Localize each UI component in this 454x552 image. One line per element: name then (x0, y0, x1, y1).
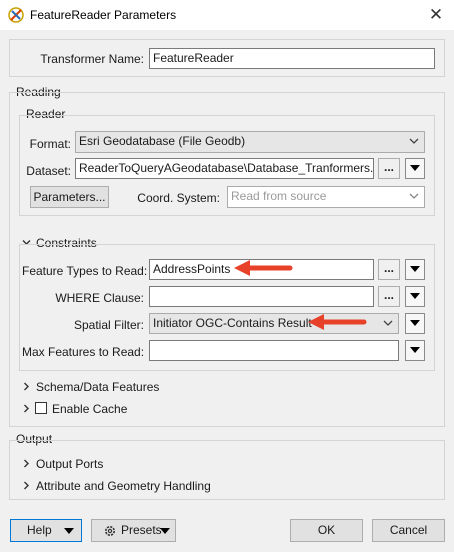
coord-system-select[interactable]: Read from source (227, 186, 425, 208)
format-label: Format: (29, 137, 71, 151)
coord-system-value: Read from source (231, 189, 327, 203)
transformer-name-input[interactable]: FeatureReader (149, 48, 435, 69)
chevron-down-icon (383, 320, 393, 326)
close-button[interactable]: ✕ (424, 4, 448, 26)
annotation-arrow-icon (234, 260, 293, 276)
format-select[interactable]: Esri Geodatabase (File Geodb) (75, 131, 425, 153)
max-features-menu-button[interactable] (405, 340, 425, 361)
enable-cache-label: Enable Cache (52, 402, 128, 416)
where-clause-input[interactable] (149, 286, 374, 307)
enable-cache-checkbox[interactable] (35, 402, 47, 414)
transformer-name-label: Transformer Name: (40, 52, 144, 66)
expand-chevron-icon[interactable] (22, 481, 31, 490)
dataset-browse-button[interactable]: ... (378, 158, 400, 179)
presets-button[interactable]: Presets (91, 519, 176, 542)
annotation-arrow-icon (308, 314, 367, 330)
dropdown-arrow-icon (410, 347, 420, 353)
chevron-down-icon (409, 193, 419, 199)
cancel-button[interactable]: Cancel (372, 519, 445, 542)
chevron-down-icon (409, 138, 419, 144)
help-label: Help (27, 523, 52, 537)
gear-icon (105, 526, 115, 536)
dataset-menu-button[interactable] (405, 158, 425, 179)
expand-chevron-icon[interactable] (22, 382, 31, 391)
window-title: FeatureReader Parameters (30, 8, 177, 22)
parameters-button[interactable]: Parameters... (30, 186, 109, 208)
coord-system-label: Coord. System: (137, 191, 220, 205)
dataset-input[interactable]: ReaderToQueryAGeodatabase\Database_Tranf… (75, 158, 374, 179)
dropdown-arrow-icon (160, 528, 170, 534)
dropdown-arrow-icon (410, 266, 420, 272)
dropdown-arrow-icon (410, 165, 420, 171)
help-button[interactable]: Help (10, 519, 82, 542)
feature-types-browse-button[interactable]: ... (378, 259, 400, 280)
feature-types-label: Feature Types to Read: (22, 264, 148, 278)
spatial-filter-menu-button[interactable] (405, 313, 425, 334)
max-features-input[interactable] (149, 340, 399, 361)
where-clause-browse-button[interactable]: ... (378, 286, 400, 307)
where-clause-label: WHERE Clause: (55, 291, 144, 305)
attribute-geometry-label[interactable]: Attribute and Geometry Handling (36, 479, 211, 493)
output-ports-label[interactable]: Output Ports (36, 457, 103, 471)
max-features-label: Max Features to Read: (22, 345, 145, 359)
expand-chevron-icon[interactable] (22, 459, 31, 468)
dropdown-arrow-icon (410, 320, 420, 326)
feature-reader-icon (8, 7, 24, 23)
spatial-filter-value: Initiator OGC-Contains Result (153, 316, 312, 330)
expand-chevron-icon[interactable] (22, 404, 31, 413)
dropdown-arrow-icon (410, 293, 420, 299)
spatial-filter-label: Spatial Filter: (73, 318, 144, 332)
ok-button[interactable]: OK (290, 519, 363, 542)
feature-types-menu-button[interactable] (405, 259, 425, 280)
presets-label: Presets (121, 523, 162, 537)
format-value: Esri Geodatabase (File Geodb) (79, 134, 246, 148)
dropdown-arrow-icon (64, 528, 74, 534)
where-clause-menu-button[interactable] (405, 286, 425, 307)
schema-section-label[interactable]: Schema/Data Features (36, 380, 159, 394)
dataset-label: Dataset: (26, 164, 71, 178)
